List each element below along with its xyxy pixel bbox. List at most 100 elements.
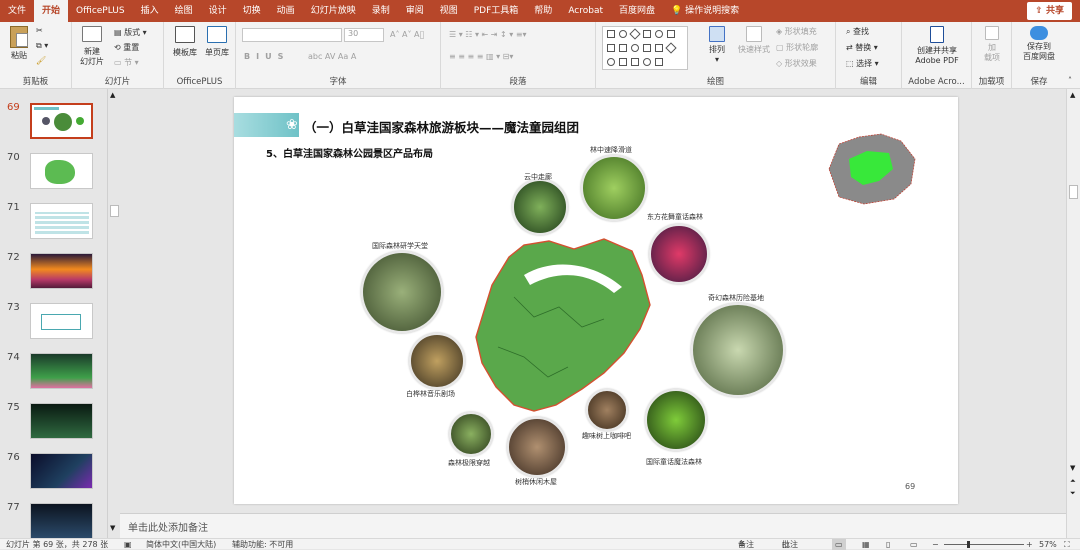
tab-acrobat[interactable]: Acrobat [560, 0, 611, 22]
shape-outline-button[interactable]: ▢ 形状轮廓 [776, 42, 818, 53]
save-group-label: 保存 [1030, 77, 1048, 87]
addins-button[interactable]: 加 载项 [976, 26, 1008, 63]
label-jixian: 森林极限穿越 [448, 459, 490, 467]
tab-help[interactable]: 帮助 [526, 0, 560, 22]
spellcheck-icon[interactable]: ▣ [124, 539, 132, 550]
tab-review[interactable]: 审阅 [398, 0, 432, 22]
font-name-input[interactable] [242, 28, 342, 42]
font-style-buttons[interactable]: BIUS [244, 52, 289, 61]
cut-icon[interactable]: ✂ [36, 26, 43, 35]
tab-baidu[interactable]: 百度网盘 [611, 0, 663, 22]
quick-styles-button[interactable]: 快速样式 [734, 26, 774, 55]
format-painter-icon[interactable]: 🖌 [36, 56, 46, 65]
scroll-down-icon[interactable]: ▼ [1070, 464, 1075, 472]
label-shushao: 树梢休闲木屋 [515, 478, 557, 486]
arrange-button[interactable]: 排列 ▾ [702, 26, 732, 65]
slideshow-icon[interactable]: ▭ [910, 539, 918, 550]
photo-dongfang [649, 224, 709, 284]
tab-file[interactable]: 文件 [0, 0, 34, 22]
layout-icon: ▤ [114, 28, 125, 37]
thumbnail-slide-76[interactable] [30, 453, 93, 489]
tell-me-search[interactable]: 💡 操作说明搜索 [663, 0, 747, 22]
tab-record[interactable]: 录制 [364, 0, 398, 22]
save-baidu-button[interactable]: 保存到 百度网盘 [1014, 26, 1064, 62]
shape-fill-button[interactable]: ◈ 形状填充 [776, 26, 817, 37]
section-icon: ▭ [114, 58, 125, 67]
zoom-slider-thumb[interactable] [967, 541, 970, 548]
scrollbar-thumb[interactable] [1069, 185, 1078, 199]
collapse-ribbon-icon[interactable]: ˄ [1068, 76, 1072, 85]
thumbnail-scrollbar[interactable]: ▲ ▼ [107, 89, 120, 538]
zoom-level[interactable]: 57% [1039, 539, 1057, 550]
layout-button[interactable]: ▤ 版式 ▾ [114, 27, 147, 38]
share-button[interactable]: ⇪ 共享 [1027, 2, 1072, 20]
zoom-in-icon[interactable]: + [1026, 539, 1033, 550]
single-page-library-button[interactable]: 单页库 [202, 26, 232, 58]
thumbnail-slide-70[interactable] [30, 153, 93, 189]
slide-scrollbar[interactable]: ▲ ▼ ⏶ ⏷ [1066, 89, 1080, 538]
next-slide-icon[interactable]: ⏷ [1070, 489, 1076, 498]
thumbnail-slide-71[interactable] [30, 203, 93, 239]
tab-design[interactable]: 设计 [201, 0, 235, 22]
scroll-down-icon[interactable]: ▼ [110, 524, 115, 532]
reset-icon: ⟲ [114, 43, 124, 52]
fill-icon: ◈ [776, 27, 785, 36]
thumbnail-slide-74[interactable] [30, 353, 93, 389]
replace-button[interactable]: ⇄ 替换 ▾ [846, 42, 878, 53]
tab-officeplus[interactable]: OfficePLUS [68, 0, 133, 22]
accessibility-status[interactable]: 辅助功能: 不可用 [232, 539, 293, 550]
font-more-buttons[interactable]: abc AV Aa A [308, 52, 356, 61]
zoom-slider[interactable] [944, 544, 1024, 545]
paste-button[interactable]: 粘贴 [6, 26, 32, 61]
previous-slide-icon[interactable]: ⏶ [1070, 477, 1076, 486]
alignment-buttons[interactable]: ≡ ≡ ≡ ≡ ▥ ▾ ⊟▾ [449, 52, 513, 61]
list-buttons[interactable]: ☰ ▾ ☷ ▾ ⇤ ⇥ ↕ ▾ ≡▾ [449, 30, 527, 39]
select-button[interactable]: ⬚ 选择 ▾ [846, 58, 879, 69]
scroll-up-icon[interactable]: ▲ [1070, 91, 1075, 99]
photo-guoji-tonghua [645, 389, 707, 451]
cloud-icon [1030, 26, 1048, 40]
shapes-gallery[interactable] [602, 26, 688, 70]
zoom-out-icon[interactable]: − [932, 539, 939, 550]
scroll-up-icon[interactable]: ▲ [110, 91, 115, 99]
reset-button[interactable]: ⟲ 重置 [114, 42, 139, 53]
shape-fill-label: 形状填充 [784, 27, 817, 36]
notes-pane[interactable]: 单击此处添加备注 [120, 513, 1066, 538]
drawing-group-label: 绘图 [706, 77, 724, 87]
create-pdf-button[interactable]: 创建并共享 Adobe PDF [906, 26, 968, 66]
thumbnail-slide-77[interactable] [30, 503, 93, 539]
font-size-change-icons[interactable]: A˄ A˅ A⃠ [390, 30, 424, 39]
tab-pdf-tools[interactable]: PDF工具箱 [466, 0, 527, 22]
thumbnail-slide-75[interactable] [30, 403, 93, 439]
slide-sorter-icon[interactable]: ▦ [862, 539, 870, 550]
new-slide-button[interactable]: 新建 幻灯片 [78, 26, 106, 67]
tab-draw[interactable]: 绘图 [167, 0, 201, 22]
fit-to-window-icon[interactable]: ⛶ [1064, 539, 1070, 550]
language-status[interactable]: 简体中文(中国大陆) [146, 539, 216, 550]
tab-home[interactable]: 开始 [34, 0, 69, 22]
tab-insert[interactable]: 插入 [133, 0, 167, 22]
thumbnail-slide-72[interactable] [30, 253, 93, 289]
tab-transitions[interactable]: 切换 [235, 0, 269, 22]
save-baidu-label: 保存到 百度网盘 [1023, 42, 1055, 61]
find-button[interactable]: ⌕ 查找 [846, 26, 869, 37]
thumbnail-slide-73[interactable] [30, 303, 93, 339]
thumbnail-slide-69[interactable] [30, 103, 93, 139]
template-library-button[interactable]: 模板库 [170, 26, 200, 58]
reading-view-icon[interactable]: ▯ [886, 539, 890, 550]
slide[interactable]: ❀ （一）白草洼国家森林旅游板块——魔法童园组团 5、白草洼国家森林公园景区产品… [234, 97, 958, 504]
tab-animations[interactable]: 动画 [269, 0, 303, 22]
tab-slideshow[interactable]: 幻灯片放映 [303, 0, 364, 22]
thumbnail-number: 71 [7, 202, 20, 213]
reset-label: 重置 [123, 43, 140, 52]
copy-icon[interactable]: ⧉ ▾ [36, 41, 48, 51]
section-button[interactable]: ▭ 节 ▾ [114, 57, 139, 68]
drawing-group: 排列 ▾ 快速样式 ◈ 形状填充 ▢ 形状轮廓 ◇ 形状效果 绘图 [596, 22, 836, 89]
font-size-input[interactable]: 30 [344, 28, 384, 42]
photo-yunzhong [512, 179, 568, 235]
photo-linzhong [581, 155, 647, 221]
shape-effects-button[interactable]: ◇ 形状效果 [776, 58, 817, 69]
scrollbar-thumb[interactable] [110, 205, 119, 217]
tab-view[interactable]: 视图 [432, 0, 466, 22]
normal-view-icon[interactable]: ▭ [832, 539, 846, 550]
